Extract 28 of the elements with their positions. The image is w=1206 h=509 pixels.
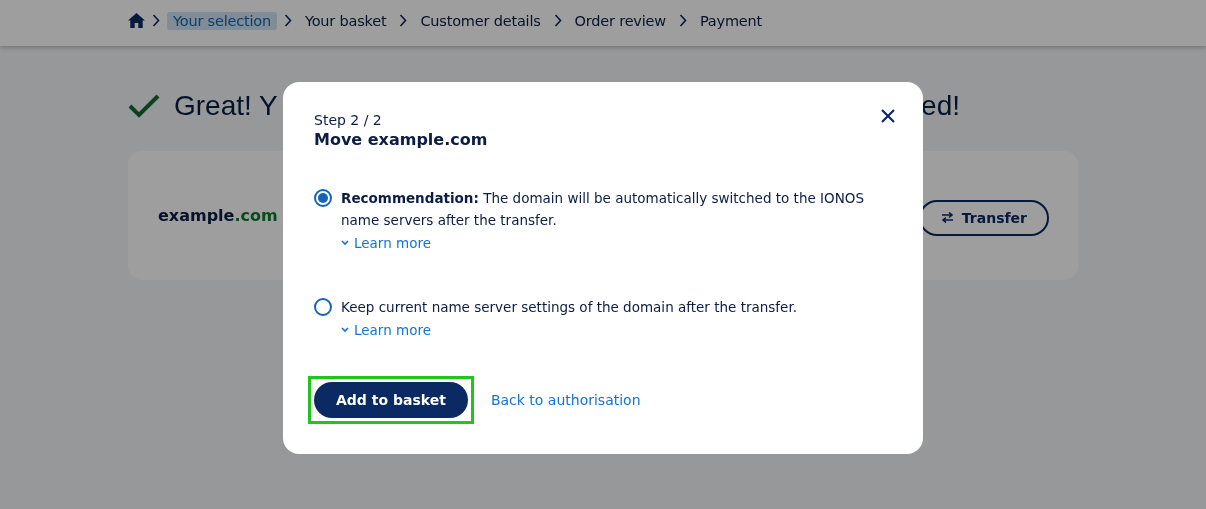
chevron-icon bbox=[678, 14, 687, 27]
arrows-icon bbox=[940, 212, 954, 223]
checkmark-icon bbox=[128, 94, 160, 118]
heading-text: ed! bbox=[921, 90, 960, 122]
home-icon[interactable] bbox=[128, 13, 145, 28]
learn-more-link[interactable]: Learn more bbox=[341, 235, 431, 251]
close-icon[interactable] bbox=[881, 109, 895, 123]
option-text: Keep current name server settings of the domain after the transfer. bbox=[341, 298, 798, 317]
breadcrumb-link[interactable]: Payment bbox=[693, 11, 769, 30]
chevron-down-icon bbox=[341, 240, 349, 246]
breadcrumb-link[interactable]: Customer details bbox=[414, 11, 547, 30]
radio-button[interactable] bbox=[314, 298, 332, 316]
chevron-icon bbox=[152, 14, 160, 27]
modal-title: Move example.com bbox=[314, 130, 489, 149]
heading-text: Great! Y bbox=[174, 90, 278, 122]
chevron-icon bbox=[553, 14, 562, 27]
breadcrumb-link[interactable]: Order review bbox=[568, 11, 672, 30]
radio-button[interactable] bbox=[314, 189, 332, 207]
step-label: Step 2 / 2 bbox=[314, 112, 382, 128]
chevron-icon bbox=[283, 14, 292, 27]
back-link[interactable]: Back to authorisation bbox=[490, 392, 641, 408]
learn-more-link[interactable]: Learn more bbox=[341, 322, 431, 338]
add-to-basket-button[interactable]: Add to basket bbox=[314, 382, 468, 418]
option-text: Recommendation: The domain will be automatically switched to the IONOS name servers after the transfer. bbox=[341, 189, 865, 230]
breadcrumb-link[interactable]: Your basket bbox=[298, 11, 393, 30]
chevron-down-icon bbox=[341, 327, 349, 333]
chevron-icon bbox=[399, 14, 408, 27]
domain-name: example.com bbox=[158, 206, 278, 225]
